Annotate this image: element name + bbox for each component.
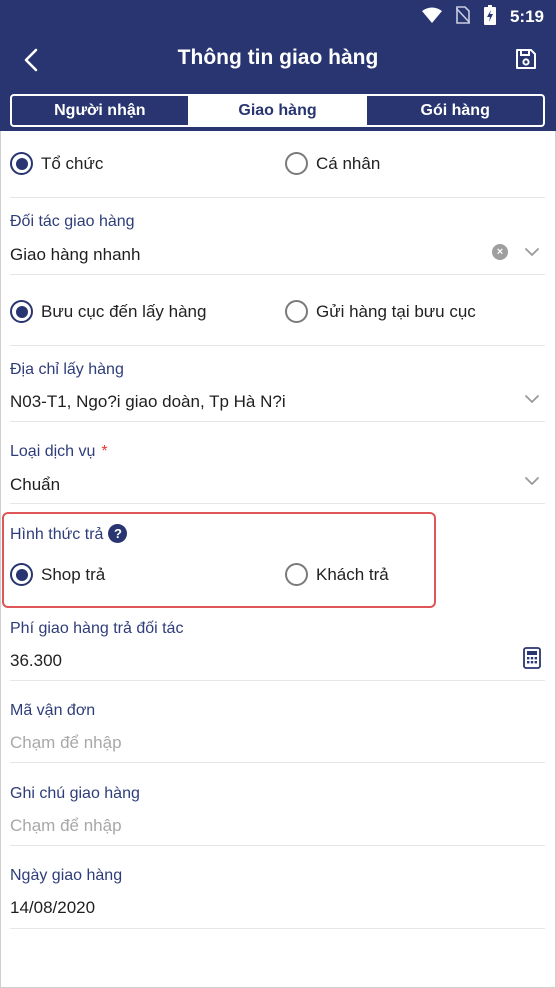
radio-option-drop-off[interactable]: Gửi hàng tại bưu cục bbox=[285, 300, 476, 323]
help-icon[interactable]: ? bbox=[108, 524, 128, 543]
clear-icon[interactable]: × bbox=[492, 244, 508, 260]
radio-label: Gửi hàng tại bưu cục bbox=[316, 301, 476, 321]
save-button[interactable] bbox=[512, 45, 540, 73]
radio-option-organization[interactable]: Tổ chức bbox=[10, 152, 103, 175]
radio-label: Bưu cục đến lấy hàng bbox=[41, 301, 207, 321]
radio-option-post-office-pickup[interactable]: Bưu cục đến lấy hàng bbox=[10, 300, 206, 323]
radio-unchecked-icon bbox=[285, 152, 308, 175]
divider bbox=[10, 762, 545, 763]
tab-delivery[interactable]: Giao hàng bbox=[187, 96, 366, 125]
divider bbox=[10, 345, 545, 346]
radio-label: Shop trả bbox=[41, 564, 106, 584]
required-mark: * bbox=[101, 443, 108, 460]
divider bbox=[10, 680, 545, 681]
delivery-date-label: Ngày giao hàng bbox=[10, 867, 123, 884]
radio-option-customer-pays[interactable]: Khách trả bbox=[285, 563, 389, 586]
tracking-code-label: Mã vận đơn bbox=[10, 702, 96, 719]
service-type-label: Loại dịch vụ * bbox=[10, 443, 108, 461]
status-bar: 5:19 bbox=[0, 0, 556, 34]
chevron-down-icon[interactable] bbox=[522, 392, 542, 406]
chevron-down-icon[interactable] bbox=[522, 474, 542, 488]
radio-option-individual[interactable]: Cá nhân bbox=[285, 152, 380, 175]
radio-option-shop-pays[interactable]: Shop trả bbox=[10, 563, 105, 586]
service-type-select[interactable]: Chuẩn bbox=[10, 475, 60, 495]
chevron-down-icon[interactable] bbox=[522, 245, 542, 259]
payment-method-label: Hình thức trả? bbox=[10, 524, 128, 544]
radio-label: Tổ chức bbox=[41, 153, 104, 173]
calculator-icon[interactable] bbox=[523, 647, 543, 669]
tracking-code-input[interactable]: Chạm để nhập bbox=[10, 733, 122, 753]
tab-recipient[interactable]: Người nhận bbox=[12, 96, 188, 125]
radio-checked-icon bbox=[10, 300, 33, 323]
divider bbox=[10, 421, 545, 422]
radio-checked-icon bbox=[10, 152, 33, 175]
divider bbox=[10, 274, 545, 275]
no-sim-icon bbox=[455, 5, 471, 29]
floppy-disk-icon bbox=[516, 49, 536, 69]
partner-fee-label: Phí giao hàng trả đối tác bbox=[10, 620, 184, 637]
divider bbox=[10, 928, 545, 929]
tab-package[interactable]: Gói hàng bbox=[365, 96, 543, 125]
radio-label: Khách trả bbox=[316, 564, 389, 584]
wifi-icon bbox=[421, 7, 442, 28]
radio-checked-icon bbox=[10, 563, 33, 586]
delivery-note-label: Ghi chú giao hàng bbox=[10, 785, 140, 802]
partner-label: Đối tác giao hàng bbox=[10, 213, 135, 230]
pickup-address-select[interactable]: N03-T1, Ngo?i giao doàn, Tp Hà N?i bbox=[10, 392, 286, 412]
status-time: 5:19 bbox=[509, 7, 544, 26]
service-type-label-text: Loại dịch vụ bbox=[10, 443, 96, 460]
screen-frame bbox=[0, 0, 556, 988]
radio-unchecked-icon bbox=[285, 300, 308, 323]
divider bbox=[10, 197, 545, 198]
pickup-address-label: Địa chỉ lấy hàng bbox=[10, 361, 124, 378]
page-title: Thông tin giao hàng bbox=[177, 46, 379, 69]
payment-method-label-text: Hình thức trả bbox=[10, 526, 104, 543]
delivery-date-input[interactable]: 14/08/2020 bbox=[10, 898, 95, 918]
tab-bar: Người nhận Giao hàng Gói hàng bbox=[10, 94, 545, 127]
status-icons: 5:19 bbox=[421, 4, 544, 30]
delivery-note-input[interactable]: Chạm để nhập bbox=[10, 816, 122, 836]
app-bar: 5:19 Thông tin giao hàng Người nhận Giao… bbox=[0, 0, 556, 131]
partner-fee-input[interactable]: 36.300 bbox=[10, 651, 62, 671]
divider bbox=[10, 845, 545, 846]
radio-unchecked-icon bbox=[285, 563, 308, 586]
radio-label: Cá nhân bbox=[316, 153, 381, 173]
divider bbox=[10, 503, 545, 504]
battery-charging-icon bbox=[483, 4, 496, 30]
partner-select[interactable]: Giao hàng nhanh bbox=[10, 245, 140, 265]
